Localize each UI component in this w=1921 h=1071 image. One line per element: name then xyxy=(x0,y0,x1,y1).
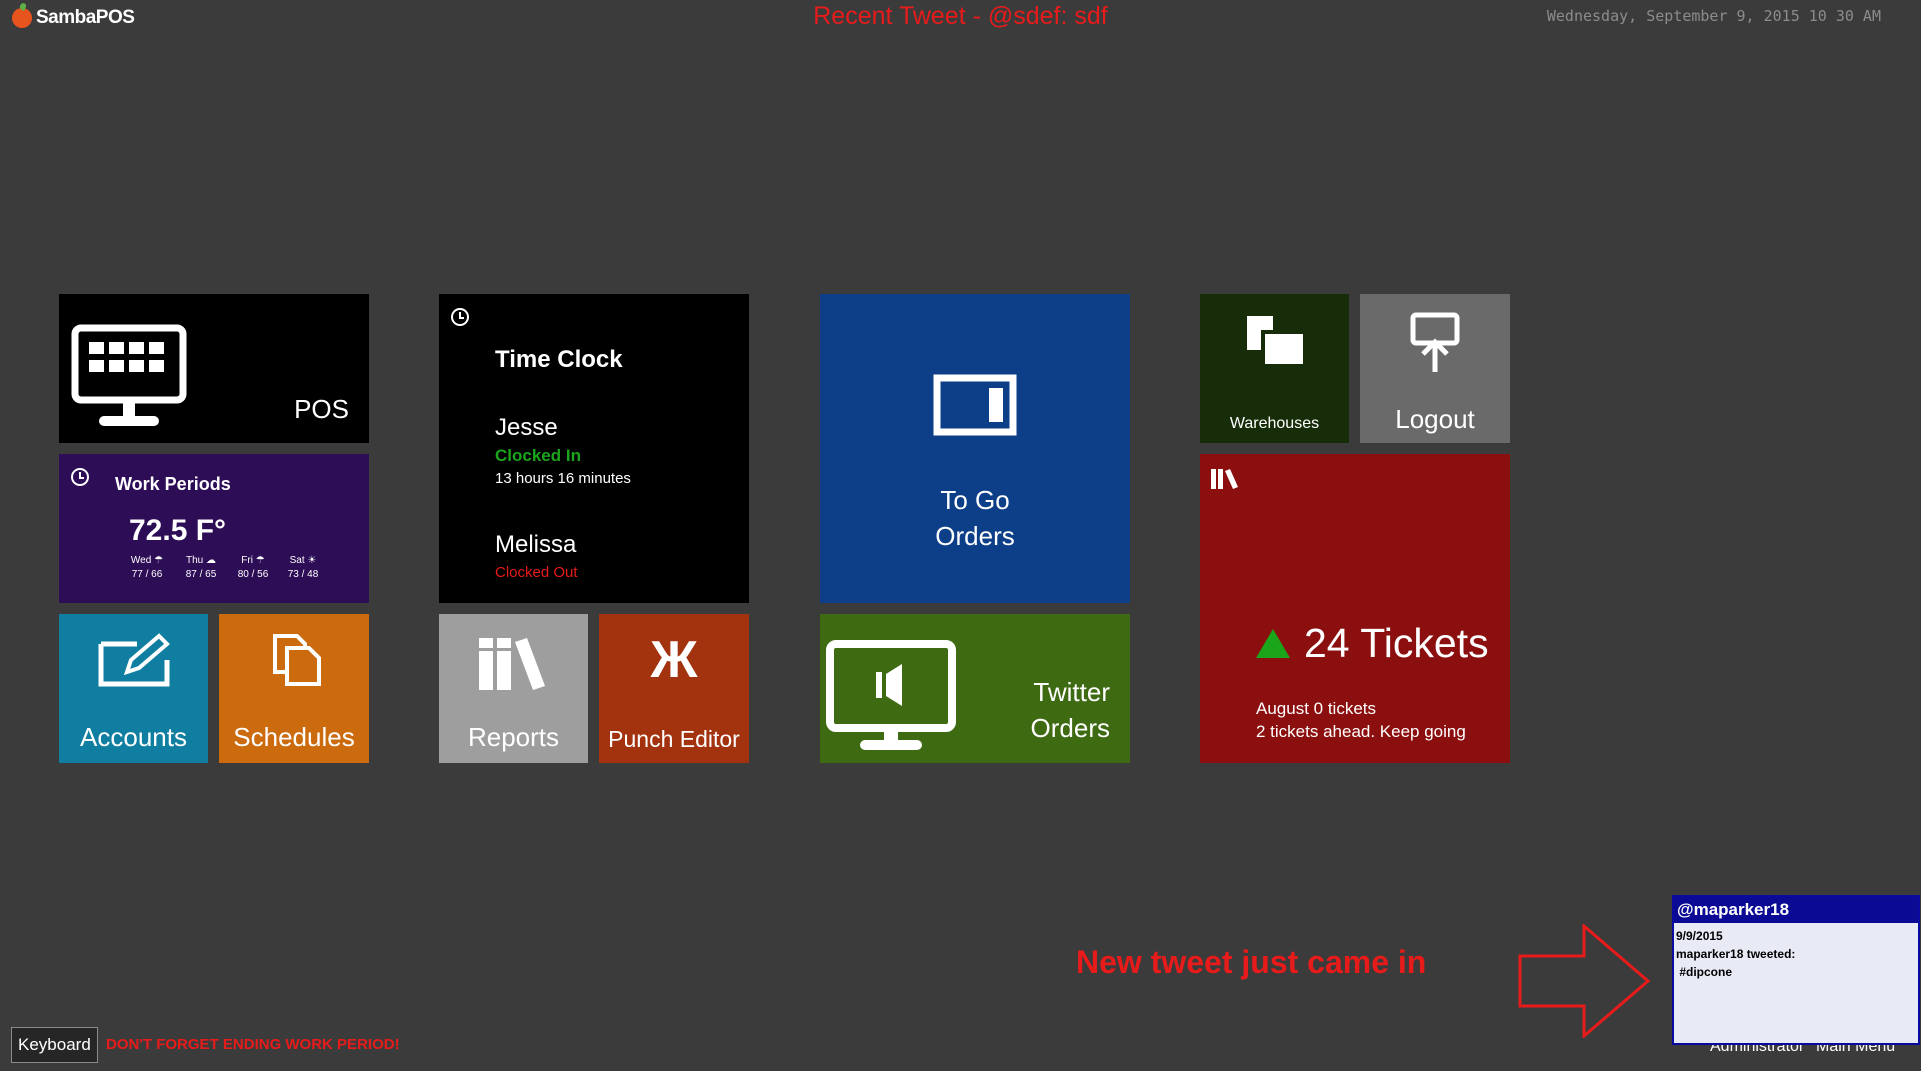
forecast-sat: Sat ☀ 73 / 48 xyxy=(281,554,325,582)
cloud-icon: ☁ xyxy=(206,555,216,566)
work-periods-label: Work Periods xyxy=(115,474,231,494)
schedules-tile[interactable]: Schedules xyxy=(219,614,369,763)
pos-terminal-icon xyxy=(71,324,187,426)
pos-tile[interactable]: POS xyxy=(59,294,369,443)
employee-name: Jesse xyxy=(495,414,558,441)
warehouses-label: Warehouses xyxy=(1229,415,1320,432)
books-icon xyxy=(479,638,545,690)
punch-editor-tile[interactable]: Ж Punch Editor xyxy=(599,614,749,763)
tickets-count: 24 Tickets xyxy=(1304,620,1489,666)
monitor-speaker-icon xyxy=(826,640,956,750)
twitter-line1: Twitter xyxy=(1033,677,1110,707)
forecast-wed: Wed ☂ 77 / 66 xyxy=(125,554,169,582)
to-go-line1: To Go xyxy=(940,485,1010,515)
to-go-orders-label: To Go Orders xyxy=(820,482,1130,554)
forecast-range: 73 / 48 xyxy=(287,569,319,580)
windows-stack-icon xyxy=(1247,316,1303,364)
time-clock-label: Time Clock xyxy=(495,346,623,373)
twitter-orders-tile[interactable]: Twitter Orders xyxy=(820,614,1130,763)
pos-label: POS xyxy=(294,394,349,424)
logout-tile[interactable]: Logout xyxy=(1360,294,1510,443)
clock-icon xyxy=(451,308,469,326)
punch-editor-label: Punch Editor xyxy=(608,726,740,752)
forecast-range: 80 / 56 xyxy=(237,569,269,580)
reports-label: Reports xyxy=(467,722,560,752)
notification-date: 9/9/2015 xyxy=(1676,929,1723,943)
forecast-day: Sat xyxy=(289,555,305,566)
edit-icon xyxy=(98,633,170,687)
work-periods-tile[interactable]: Work Periods 72.5 F° Wed ☂ 77 / 66 Thu ☁… xyxy=(59,454,369,603)
employee-status: Clocked In xyxy=(495,446,581,465)
reports-tile[interactable]: Reports xyxy=(439,614,588,763)
forecast-range: 87 / 65 xyxy=(185,569,217,580)
datetime-display: Wednesday, September 9, 2015 10 30 AM xyxy=(1546,7,1881,25)
twitter-orders-label: Twitter Orders xyxy=(1031,674,1110,746)
to-go-line2: Orders xyxy=(935,521,1015,551)
kappa-icon: Ж xyxy=(650,631,698,689)
notification-body: 9/9/2015 maparker18 tweeted: #dipcone xyxy=(1674,923,1918,985)
to-go-orders-tile[interactable]: To Go Orders xyxy=(820,294,1130,603)
forecast-day: Thu xyxy=(185,555,204,566)
notification-tweet: #dipcone xyxy=(1676,965,1733,979)
time-clock-tile[interactable]: Time Clock Jesse Clocked In 13 hours 16 … xyxy=(439,294,749,603)
employee-status: Clocked Out xyxy=(495,564,578,581)
twitter-line2: Orders xyxy=(1030,713,1110,743)
new-tweet-annotation: New tweet just came in xyxy=(1076,944,1427,980)
rain-icon: ☂ xyxy=(255,555,265,566)
right-arrow-icon xyxy=(1518,924,1651,1038)
schedules-label: Schedules xyxy=(233,722,355,752)
work-period-warning: DON'T FORGET ENDING WORK PERIOD! xyxy=(106,1036,400,1053)
warehouses-tile[interactable]: Warehouses xyxy=(1200,294,1349,443)
tweet-notification[interactable]: @maparker18 9/9/2015 maparker18 tweeted:… xyxy=(1672,895,1920,1045)
logout-monitor-icon xyxy=(1410,312,1460,372)
forecast-day: Fri xyxy=(241,555,253,566)
tickets-progress: 2 tickets ahead. Keep going xyxy=(1256,722,1466,741)
notification-handle: @maparker18 xyxy=(1674,897,1918,923)
notification-line: maparker18 tweeted: xyxy=(1676,947,1796,961)
keyboard-button[interactable]: Keyboard xyxy=(11,1027,98,1063)
temperature: 72.5 F° xyxy=(129,514,227,547)
copy-icon xyxy=(273,634,321,686)
accounts-tile[interactable]: Accounts xyxy=(59,614,208,763)
forecast-thu: Thu ☁ 87 / 65 xyxy=(179,554,223,582)
tickets-headline: 24 Tickets xyxy=(1256,620,1489,667)
forecast-fri: Fri ☂ 80 / 56 xyxy=(231,554,275,582)
tickets-month: August 0 tickets xyxy=(1256,699,1377,718)
rain-icon: ☂ xyxy=(154,555,164,566)
employee-duration: 13 hours 16 minutes xyxy=(495,470,631,487)
trend-up-icon xyxy=(1256,629,1290,658)
sun-icon: ☀ xyxy=(307,555,317,566)
forecast-day: Wed xyxy=(130,555,152,566)
logout-label: Logout xyxy=(1395,404,1475,434)
clock-icon xyxy=(71,468,89,486)
employee-name: Melissa xyxy=(495,531,577,558)
tablet-icon xyxy=(933,374,1017,436)
accounts-label: Accounts xyxy=(80,722,187,752)
forecast-range: 77 / 66 xyxy=(131,569,163,580)
books-icon xyxy=(1211,469,1238,489)
tickets-tile[interactable]: 24 Tickets August 0 tickets 2 tickets ah… xyxy=(1200,454,1510,763)
